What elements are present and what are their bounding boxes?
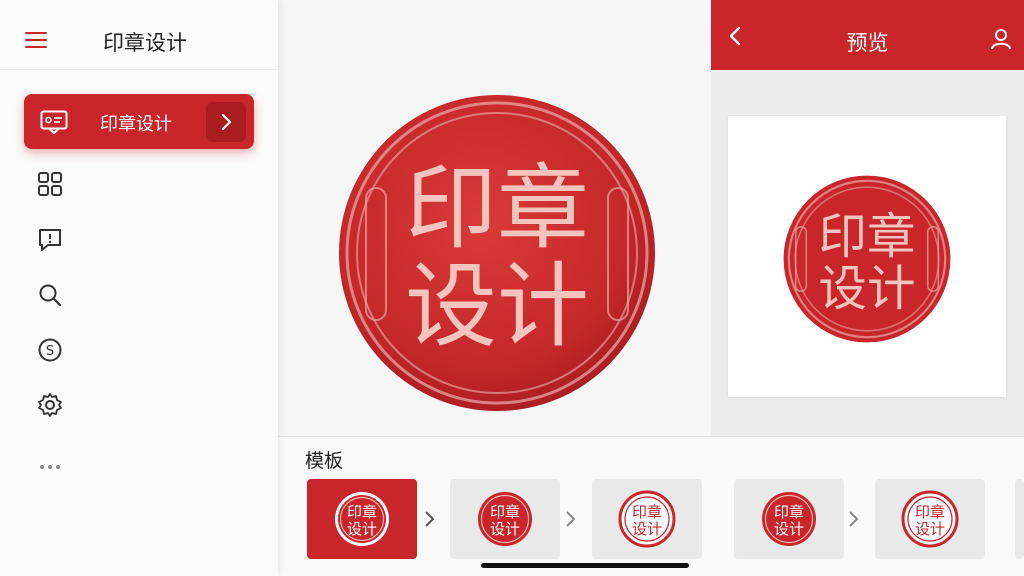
app-title: 印章设计	[103, 31, 187, 55]
more-icon[interactable]	[36, 453, 64, 481]
gear-icon[interactable]	[36, 391, 64, 419]
chevron-right-icon	[849, 511, 859, 527]
svg-text:设计: 设计	[347, 520, 377, 538]
template-seal-image: 印章 设计	[618, 490, 676, 548]
home-indicator[interactable]	[481, 563, 689, 568]
sidebar-item-label: 印章设计	[100, 114, 172, 135]
svg-text:印章: 印章	[915, 503, 945, 521]
preview-card: 印章 设计	[728, 116, 1006, 397]
seal-text-line2: 设计	[405, 253, 589, 360]
user-icon[interactable]	[990, 28, 1012, 50]
svg-text:设计: 设计	[490, 520, 520, 538]
expand-button[interactable]	[206, 102, 246, 142]
s-coin-icon[interactable]: S	[36, 336, 64, 364]
template-item[interactable]: 印章 设计	[450, 479, 560, 559]
template-seal-image: 印章 设计	[901, 490, 959, 548]
svg-text:印章: 印章	[347, 503, 377, 521]
templates-panel: 模板 印章 设计 印章 设计 印章 设计 印章 设计 印章 设计	[278, 436, 1024, 576]
sidebar: 印章设计 印章设计 S	[0, 0, 278, 576]
chevron-right-icon	[425, 511, 435, 527]
preview-title: 预览	[846, 31, 889, 55]
svg-text:设计: 设计	[774, 520, 804, 538]
template-seal-image: 印章 设计	[335, 492, 389, 546]
svg-text:设计: 设计	[915, 520, 945, 538]
preview-text-line2: 设计	[818, 261, 915, 317]
sidebar-header: 印章设计	[0, 0, 278, 70]
sidebar-item-seal-design[interactable]: 印章设计	[24, 94, 254, 149]
template-item[interactable]: 印章 设计	[307, 479, 417, 559]
template-seal-image: 印章 设计	[762, 492, 816, 546]
template-seal-image: 印章 设计	[478, 492, 532, 546]
seal-main-image[interactable]: 印章 设计	[336, 92, 658, 414]
svg-text:印章: 印章	[632, 503, 662, 521]
svg-text:印章: 印章	[490, 503, 520, 521]
chat-icon[interactable]	[36, 226, 64, 254]
grid-icon[interactable]	[36, 170, 64, 198]
main-canvas: 印章 设计	[278, 0, 711, 436]
menu-icon[interactable]	[25, 32, 47, 48]
template-item[interactable]: 印章 设计	[592, 479, 702, 559]
seal-text-line1: 印章	[405, 155, 589, 262]
preview-panel: 预览 印章 设计	[711, 0, 1024, 436]
template-item[interactable]: 印章 设计	[875, 479, 985, 559]
preview-text-line1: 印章	[818, 209, 915, 265]
chevron-right-icon	[221, 113, 232, 131]
svg-text:印章: 印章	[774, 503, 804, 521]
svg-text:S: S	[46, 344, 54, 359]
templates-title: 模板	[305, 450, 344, 472]
preview-header: 预览	[711, 0, 1024, 70]
seal-preview-image: 印章 设计	[783, 175, 951, 343]
search-icon[interactable]	[36, 281, 64, 309]
chevron-right-icon	[566, 511, 576, 527]
template-item-partial[interactable]	[1015, 479, 1024, 559]
seal-card-icon	[40, 110, 68, 134]
template-item[interactable]: 印章 设计	[734, 479, 844, 559]
svg-text:设计: 设计	[632, 520, 662, 538]
